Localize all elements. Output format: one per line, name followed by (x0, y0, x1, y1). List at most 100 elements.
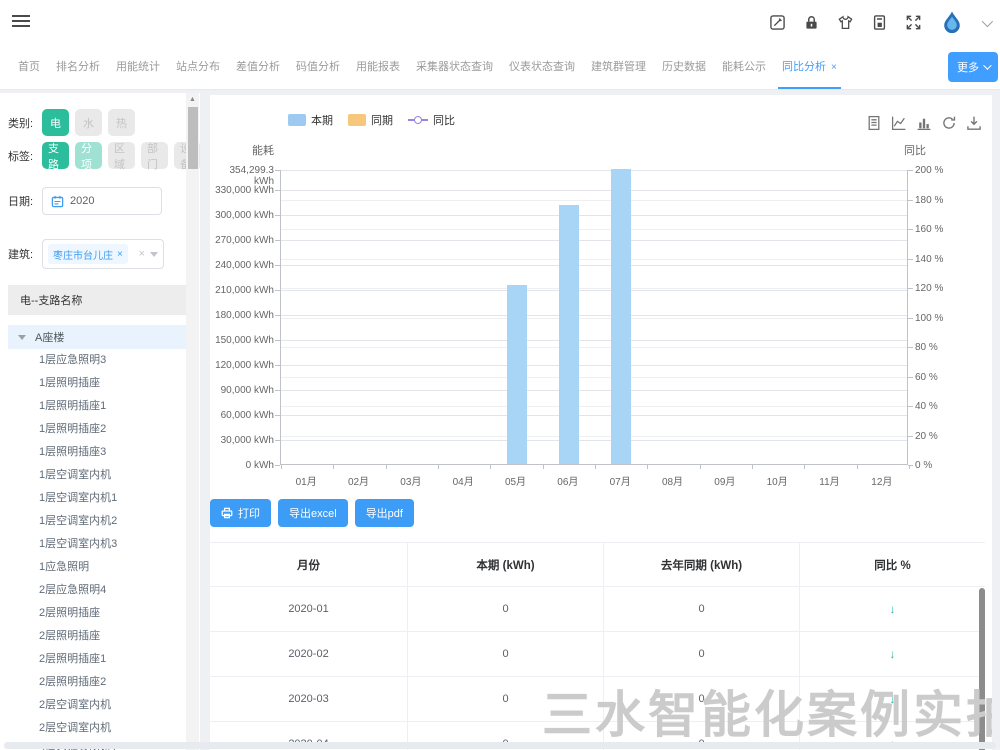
table-header-cell: 去年同期 (kWh) (604, 543, 800, 586)
refresh-icon[interactable] (941, 115, 957, 131)
edit-note-icon[interactable] (769, 14, 786, 31)
export-excel-button[interactable]: 导出excel (278, 499, 348, 527)
tree-item[interactable]: 1层应急照明3 (8, 349, 194, 372)
tag-chip-支路[interactable]: 支路 (42, 142, 69, 169)
y-axis-left-labels: 354,299.3 kWh330,000 kWh300,000 kWh270,0… (210, 170, 274, 465)
tree-item[interactable]: 2层照明插座1 (8, 648, 194, 671)
tag-chip-分项[interactable]: 分项 (75, 142, 102, 169)
tree-item[interactable]: 2层空调室内机 (8, 717, 194, 740)
tree-item[interactable]: 2层照明插座 (8, 602, 194, 625)
line-chart-icon[interactable] (891, 115, 907, 131)
tree-header: 电--支路名称 (8, 285, 194, 315)
scroll-up-icon[interactable]: ▲ (186, 93, 199, 105)
tab-用能报表[interactable]: 用能报表 (348, 45, 408, 89)
tab-差值分析[interactable]: 差值分析 (228, 45, 288, 89)
trend-down-arrow-icon: ↓ (890, 602, 896, 616)
y-left-tick-label: 210,000 kWh (210, 285, 274, 296)
y-left-tick-label: 330,000 kWh (210, 185, 274, 196)
tree-item[interactable]: 2层空调室内机 (8, 694, 194, 717)
tree-item[interactable]: 1层照明插座2 (8, 418, 194, 441)
hamburger-icon[interactable] (12, 15, 30, 29)
tag-close-icon[interactable]: × (117, 249, 123, 260)
tree-item[interactable]: 1层空调室内机3 (8, 533, 194, 556)
tree-item[interactable]: 1层照明插座3 (8, 441, 194, 464)
legend-line-circle-icon (408, 114, 428, 126)
legend-item-同比[interactable]: 同比 (408, 112, 455, 128)
tree-item[interactable]: 2层应急照明4 (8, 579, 194, 602)
print-button[interactable]: 打印 (210, 499, 271, 527)
bar-05月[interactable] (507, 285, 527, 464)
y-right-tick-label: 160 % (915, 224, 943, 235)
x-tick-label: 05月 (505, 473, 526, 488)
chevron-down-icon (983, 61, 991, 69)
tree-item[interactable]: 1层空调室内机1 (8, 487, 194, 510)
category-chip-电[interactable]: 电 (42, 109, 69, 136)
tree-root-item[interactable]: A座楼 (8, 325, 194, 349)
data-view-icon[interactable] (866, 115, 882, 131)
x-tick-label: 09月 (714, 473, 735, 488)
table-cell: 0 (604, 632, 800, 676)
tree-item[interactable]: 1层照明插座 (8, 372, 194, 395)
y-right-tick-label: 120 % (915, 283, 943, 294)
x-tick-label: 12月 (871, 473, 892, 488)
tag-chip-区域[interactable]: 区域 (108, 142, 135, 169)
table-cell: 0 (408, 587, 604, 631)
fullscreen-icon[interactable] (905, 14, 922, 31)
y-right-tick-label: 100 % (915, 313, 943, 324)
bar-chart-icon[interactable] (916, 115, 932, 131)
bar-07月[interactable] (611, 169, 631, 464)
x-tick-label: 01月 (296, 473, 317, 488)
scrollbar-thumb[interactable] (188, 107, 198, 169)
tree-expand-caret-icon[interactable] (18, 335, 26, 340)
more-button[interactable]: 更多 (948, 52, 998, 82)
y-right-tick-label: 200 % (915, 165, 943, 176)
category-chip-热[interactable]: 热 (108, 109, 135, 136)
tab-同比分析[interactable]: 同比分析× (774, 45, 845, 89)
building-select[interactable]: 枣庄市台儿庄× × (42, 239, 164, 269)
left-axis-title: 能耗 (252, 142, 274, 158)
horizontal-scrollbar[interactable] (4, 742, 996, 749)
tab-历史数据[interactable]: 历史数据 (654, 45, 714, 89)
tree-item[interactable]: 1层空调室内机 (8, 464, 194, 487)
theme-icon[interactable] (837, 14, 854, 31)
tab-仪表状态查询[interactable]: 仪表状态查询 (501, 45, 583, 89)
x-tick-label: 06月 (557, 473, 578, 488)
tree-item[interactable]: 2层照明插座2 (8, 671, 194, 694)
category-chip-水[interactable]: 水 (75, 109, 102, 136)
y-left-tick-label: 60,000 kWh (210, 410, 274, 421)
tab-close-icon[interactable]: × (831, 62, 837, 73)
tab-码值分析[interactable]: 码值分析 (288, 45, 348, 89)
logo[interactable] (939, 10, 965, 36)
tree-item[interactable]: 1应急照明 (8, 556, 194, 579)
tree-item[interactable]: 1层空调室内机2 (8, 510, 194, 533)
tab-用能统计[interactable]: 用能统计 (108, 45, 168, 89)
id-card-icon[interactable] (871, 14, 888, 31)
export-pdf-button[interactable]: 导出pdf (355, 499, 414, 527)
tab-能耗公示[interactable]: 能耗公示 (714, 45, 774, 89)
legend-swatch-icon (288, 114, 306, 126)
y-left-tick-label: 120,000 kWh (210, 360, 274, 371)
download-icon[interactable] (966, 115, 982, 131)
table-cell: 2020-02 (210, 632, 408, 676)
bar-06月[interactable] (559, 205, 579, 464)
printer-icon (221, 507, 233, 519)
tab-首页[interactable]: 首页 (10, 45, 48, 89)
legend-item-本期[interactable]: 本期 (288, 112, 333, 128)
tab-建筑群管理[interactable]: 建筑群管理 (583, 45, 654, 89)
legend-item-同期[interactable]: 同期 (348, 112, 393, 128)
select-clear-icon[interactable]: × (139, 248, 145, 260)
table-scrollbar[interactable] (979, 588, 985, 750)
sidebar-scrollbar[interactable]: ▲ ▼ (186, 93, 199, 750)
tag-chip-部门[interactable]: 部门 (141, 142, 168, 169)
date-input[interactable]: 2020 (42, 187, 162, 215)
tab-采集器状态查询[interactable]: 采集器状态查询 (408, 45, 501, 89)
chevron-down-icon[interactable] (982, 15, 993, 26)
tree-item[interactable]: 2层照明插座 (8, 625, 194, 648)
y-right-tick-label: 0 % (915, 460, 932, 471)
tree-item[interactable]: 1层照明插座1 (8, 395, 194, 418)
tab-排名分析[interactable]: 排名分析 (48, 45, 108, 89)
lock-icon[interactable] (803, 14, 820, 31)
tab-站点分布[interactable]: 站点分布 (168, 45, 228, 89)
building-tag: 枣庄市台儿庄× (48, 244, 128, 264)
y-left-tick-label: 270,000 kWh (210, 235, 274, 246)
